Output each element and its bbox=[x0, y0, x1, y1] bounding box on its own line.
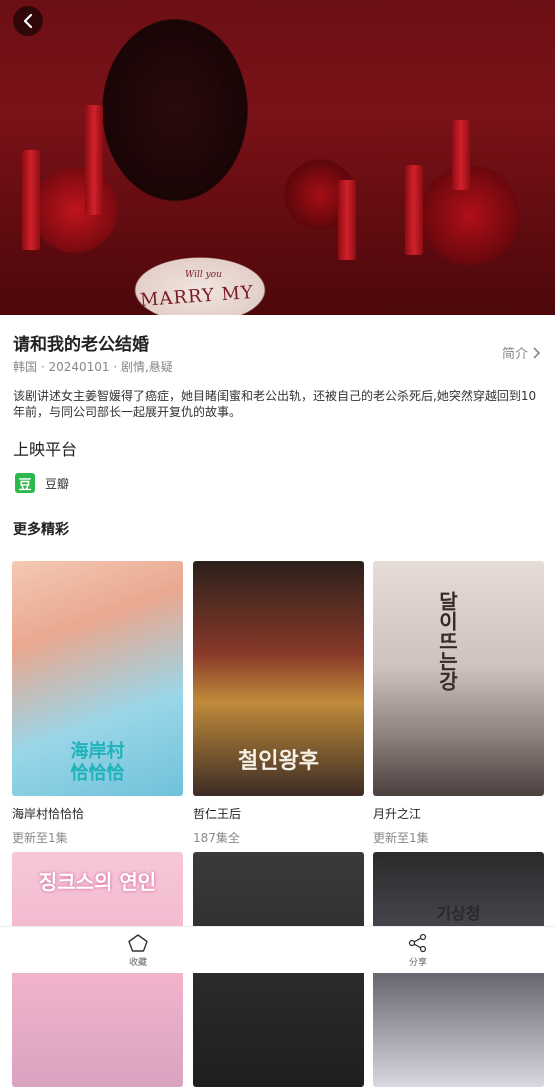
favorite-label: 收藏 bbox=[128, 958, 147, 968]
drama-description: 该剧讲述女主姜智媛得了癌症，她目睹闺蜜和老公出轨，还被自己的老公杀死后,她突然穿… bbox=[13, 389, 537, 419]
candle bbox=[338, 180, 356, 260]
intro-link[interactable]: 简介 bbox=[502, 343, 541, 362]
recommend-card[interactable]: 달이뜨는강 月升之江 更新至1集 bbox=[373, 561, 544, 846]
cake-text-small: Will you bbox=[185, 270, 222, 280]
recommend-card[interactable]: 철인왕후 哲仁王后 187集全 bbox=[193, 561, 364, 846]
candle bbox=[405, 165, 423, 255]
recommend-card[interactable]: 海岸村 恰恰恰 海岸村恰恰恰 更新至1集 bbox=[12, 561, 183, 846]
drama-title: 请和我的老公结婚 bbox=[13, 335, 149, 355]
poster-image: 海岸村 恰恰恰 bbox=[12, 561, 183, 796]
platform-name: 豆瓣 bbox=[45, 476, 70, 491]
douban-icon: 豆 bbox=[15, 473, 35, 493]
card-title: 哲仁王后 bbox=[193, 807, 242, 821]
platform-item-douban[interactable]: 豆 豆瓣 bbox=[15, 473, 69, 493]
poster-image: 철인왕후 bbox=[193, 561, 364, 796]
card-subtitle: 更新至1集 bbox=[12, 831, 68, 845]
card-title: 月升之江 bbox=[373, 807, 422, 821]
favorite-button[interactable]: 收藏 bbox=[118, 933, 158, 968]
card-subtitle: 更新至1集 bbox=[373, 831, 429, 845]
share-label: 分享 bbox=[408, 958, 427, 968]
bottom-bar: 收藏 分享 bbox=[0, 926, 555, 973]
chevron-right-icon bbox=[533, 346, 541, 359]
poster-image: 달이뜨는강 bbox=[373, 561, 544, 796]
cake-text: MARRY MY bbox=[139, 282, 255, 311]
poster-caption: 달이뜨는강 bbox=[435, 591, 459, 691]
poster-caption: 징크스의 연인 bbox=[38, 870, 157, 894]
share-icon bbox=[408, 933, 427, 953]
share-button[interactable]: 分享 bbox=[398, 933, 438, 968]
poster-caption: 海岸村 恰恰恰 bbox=[70, 741, 125, 784]
more-title: 更多精彩 bbox=[13, 522, 69, 538]
platforms-title: 上映平台 bbox=[13, 440, 78, 459]
drama-meta: 韩国 · 20240101 · 剧情,悬疑 bbox=[13, 360, 173, 374]
hero-poster: Will you MARRY MY bbox=[0, 0, 555, 315]
candle bbox=[452, 120, 470, 190]
intro-label: 简介 bbox=[501, 347, 528, 362]
card-subtitle: 187集全 bbox=[193, 831, 240, 845]
poster-caption: 기상청 bbox=[436, 904, 481, 923]
candle bbox=[85, 105, 103, 215]
chevron-left-icon bbox=[23, 13, 33, 29]
candle bbox=[22, 150, 40, 250]
poster-caption: 철인왕후 bbox=[238, 749, 319, 774]
back-button[interactable] bbox=[13, 6, 43, 36]
pentagon-icon bbox=[128, 934, 148, 952]
card-title: 海岸村恰恰恰 bbox=[12, 807, 85, 821]
